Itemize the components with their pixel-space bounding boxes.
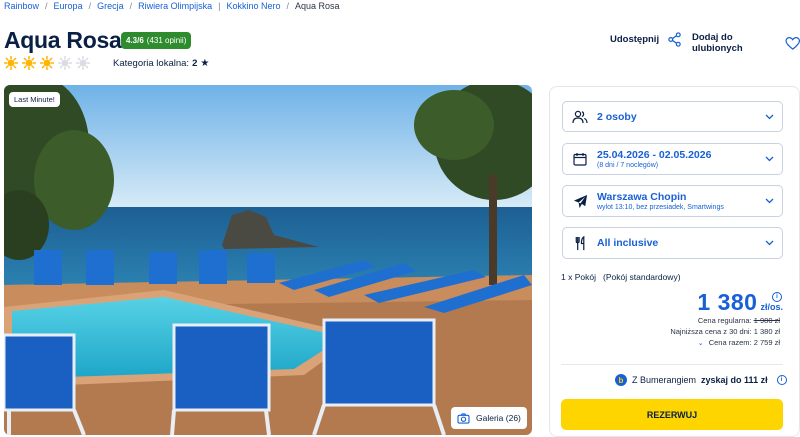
sun-star-icon xyxy=(40,56,54,70)
regular-price: Cena regularna: 1 980 zł xyxy=(698,316,780,325)
regular-price-value: 1 980 zł xyxy=(753,316,780,325)
breadcrumb-separator: / xyxy=(45,1,48,11)
chevron-down-icon xyxy=(765,156,773,162)
breadcrumb-riwiera[interactable]: Riwiera Olimpijska xyxy=(138,1,212,11)
last-minute-badge: Last Minute! xyxy=(9,92,60,107)
chevron-down-icon: ⌄ xyxy=(697,340,704,347)
rating-count: (431 opinii) xyxy=(146,36,187,45)
gallery-button[interactable]: Galeria (26) xyxy=(451,407,527,429)
cutlery-icon xyxy=(575,235,584,250)
lowest-price-30-days: Najniższa cena z 30 dni: 1 380 zł xyxy=(670,327,780,336)
heart-icon xyxy=(784,36,800,50)
hotel-photo[interactable] xyxy=(4,85,532,435)
board-select[interactable]: All inclusive xyxy=(562,227,783,259)
favorite-label: Dodaj do ulubionych xyxy=(692,32,743,54)
sun-star-icon xyxy=(4,56,18,70)
chevron-down-icon xyxy=(765,114,773,119)
breadcrumb-kokkino-nero[interactable]: Kokkino Nero xyxy=(226,1,280,11)
sun-star-icon xyxy=(58,56,72,70)
breadcrumb-separator: / xyxy=(286,1,290,11)
share-icon xyxy=(668,32,681,47)
bumerang-gain: zyskaj do 111 zł xyxy=(701,375,768,385)
dates-sub: (8 dni / 7 noclegów) xyxy=(597,162,659,169)
breadcrumb-grecja[interactable]: Grecja xyxy=(97,1,124,11)
room-info: 1 x Pokój (Pokój standardowy) xyxy=(561,272,681,282)
bumerang-icon: b xyxy=(615,374,627,386)
plane-icon xyxy=(573,194,587,208)
camera-icon xyxy=(457,412,470,424)
hotel-title: Aqua Rosa xyxy=(4,27,122,53)
rating-badge[interactable]: 4.3/6 (431 opinii) xyxy=(121,32,192,49)
favorite-button[interactable]: Dodaj do ulubionych xyxy=(692,32,800,54)
hotel-stars xyxy=(4,56,90,70)
departure-sub: wylot 13:10, bez przesiadek, Smartwings xyxy=(597,204,724,211)
total-price-label: Cena razem: 2 759 zł xyxy=(708,338,780,347)
local-category-label: Kategoria lokalna: xyxy=(113,58,190,69)
board-value: All inclusive xyxy=(597,237,659,249)
local-category: Kategoria lokalna: 2 ★ xyxy=(113,58,209,69)
sun-star-icon xyxy=(76,56,90,70)
rating-score: 4.3/6 xyxy=(126,36,144,45)
breadcrumb: Rainbow / Europa / Grecja / Riwiera Olimpij… xyxy=(4,0,340,12)
price-info-icon[interactable]: i xyxy=(772,292,782,302)
breadcrumb-current: Aqua Rosa xyxy=(295,1,340,11)
breadcrumb-separator: / xyxy=(129,1,133,11)
star-icon: ★ xyxy=(200,58,210,69)
calendar-icon xyxy=(573,153,587,166)
breadcrumb-rainbow[interactable]: Rainbow xyxy=(4,1,39,11)
dates-value: 25.04.2026 - 02.05.2026 xyxy=(597,149,712,161)
departure-select[interactable]: Warszawa Chopin wylot 13:10, bez przesia… xyxy=(562,185,783,217)
persons-value: 2 osoby xyxy=(597,110,637,123)
divider xyxy=(561,364,783,365)
departure-value: Warszawa Chopin xyxy=(597,191,687,203)
bumerang-text: Z Bumerangiem xyxy=(632,375,697,385)
gallery-label: Galeria (26) xyxy=(476,413,521,423)
dates-select[interactable]: 25.04.2026 - 02.05.2026 (8 dni / 7 nocle… xyxy=(562,143,783,175)
bumerang-info[interactable]: b Z Bumerangiem zyskaj do 111 zł i xyxy=(615,374,787,386)
price-unit: zł/os. xyxy=(760,302,783,312)
persons-select[interactable]: 2 osoby xyxy=(562,101,783,132)
sun-star-icon xyxy=(22,56,36,70)
price-amount: 1 380 xyxy=(697,289,758,315)
breadcrumb-separator: / xyxy=(88,1,92,11)
chevron-down-icon xyxy=(765,198,773,204)
hotel-photo-image xyxy=(4,85,532,435)
regular-price-label: Cena regularna: xyxy=(697,316,752,325)
info-icon[interactable]: i xyxy=(776,375,787,385)
local-category-value: 2 xyxy=(192,58,198,69)
breadcrumb-europa[interactable]: Europa xyxy=(54,1,83,11)
share-button[interactable]: Udostępnij xyxy=(610,32,682,47)
total-price[interactable]: ⌄ Cena razem: 2 759 zł xyxy=(698,338,780,347)
persons-icon xyxy=(572,110,588,123)
breadcrumb-separator: | xyxy=(218,1,221,11)
price: 1 380 zł/os. xyxy=(697,289,783,316)
chevron-down-icon xyxy=(765,240,773,246)
book-button[interactable]: REZERWUJ xyxy=(561,399,783,430)
share-label: Udostępnij xyxy=(610,34,660,45)
